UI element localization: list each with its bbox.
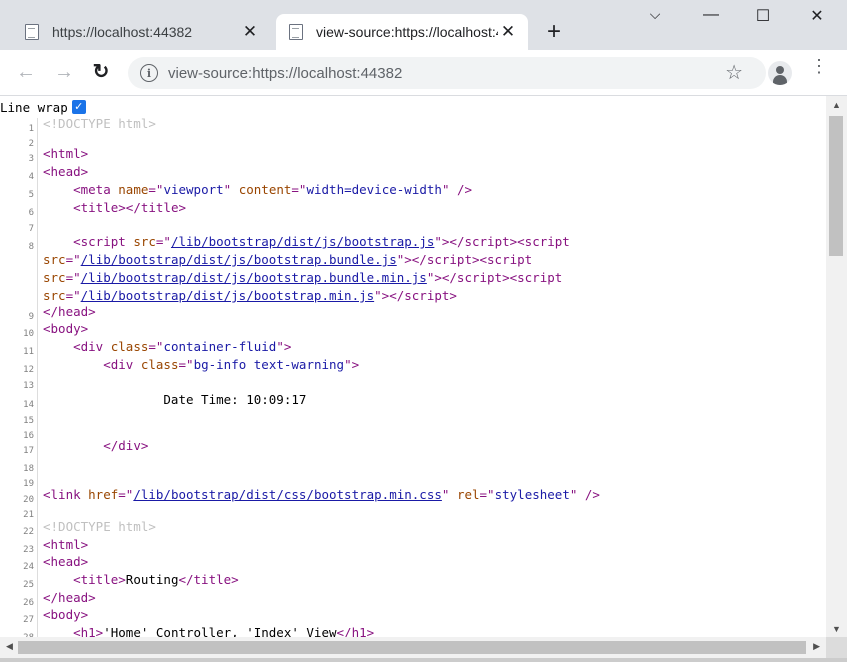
line-number: 6: [28, 208, 34, 218]
address-bar[interactable]: i view-source:https://localhost:44382: [128, 57, 766, 89]
close-icon[interactable]: ✕: [240, 22, 260, 42]
background-strip: [0, 658, 847, 662]
line-number: 12: [23, 365, 34, 375]
line-number: 5: [28, 190, 34, 200]
source-line: <title>Routing</title>: [73, 572, 239, 587]
source-line: <body>: [43, 607, 89, 622]
view-source-content: Line wrap ✓ 1 <!DOCTYPE html> 2 3 <html> 4 <he…: [0, 96, 847, 662]
vertical-scrollbar[interactable]: ▲ ▼: [826, 96, 847, 637]
scroll-up-icon[interactable]: ▲: [826, 100, 847, 110]
new-tab-button[interactable]: +: [543, 18, 565, 46]
horizontal-scroll-thumb[interactable]: [18, 641, 806, 654]
line-number: 18: [23, 464, 34, 474]
line-number: 9: [28, 312, 34, 322]
scroll-left-icon[interactable]: ◀: [6, 641, 13, 652]
line-wrap-label: Line wrap: [0, 99, 68, 115]
line-number: 26: [23, 598, 34, 608]
source-link[interactable]: /lib/bootstrap/dist/css/bootstrap.min.cs…: [133, 487, 442, 502]
line-number: 1: [28, 124, 34, 134]
source-line: <title></title>: [73, 200, 186, 215]
line-number: 16: [23, 431, 34, 441]
source-line: <link href="/lib/bootstrap/dist/css/boot…: [43, 487, 600, 502]
source-link[interactable]: /lib/bootstrap/dist/js/bootstrap.bundle.…: [81, 252, 397, 267]
bookmark-star-icon[interactable]: ☆: [725, 60, 743, 85]
close-window-button[interactable]: ✕: [802, 6, 832, 26]
source-line: <meta name="viewport" content="width=dev…: [73, 182, 473, 197]
address-text: view-source:https://localhost:44382: [168, 64, 403, 82]
source-line: <!DOCTYPE html>: [43, 116, 156, 131]
scroll-right-icon[interactable]: ▶: [813, 641, 820, 652]
profile-avatar[interactable]: [768, 61, 792, 85]
line-number: 4: [28, 172, 34, 182]
source-line: <head>: [43, 554, 89, 569]
line-number: 3: [28, 154, 34, 164]
line-number: 8: [28, 242, 34, 252]
scroll-down-icon[interactable]: ▼: [826, 624, 847, 634]
tab-title: view-source:https://localhost:44382/: [316, 24, 498, 40]
source-line: </head>: [43, 304, 96, 319]
line-number: 21: [23, 510, 34, 520]
tab-view-source[interactable]: view-source:https://localhost:44382/ ✕: [276, 14, 528, 50]
source-line: <head>: [43, 164, 89, 179]
source-line: </head>: [43, 590, 96, 605]
source-line: <div class="container-fluid">: [73, 339, 292, 354]
tab-localhost[interactable]: https://localhost:44382 ✕: [12, 14, 270, 50]
line-number: 11: [23, 347, 34, 357]
line-number: 20: [23, 495, 34, 505]
source-link[interactable]: /lib/bootstrap/dist/js/bootstrap.bundle.…: [81, 270, 427, 285]
maximize-button[interactable]: ☐: [748, 6, 778, 26]
line-number: 25: [23, 580, 34, 590]
line-number: 23: [23, 545, 34, 555]
browser-toolbar: ← → ↻ i view-source:https://localhost:44…: [0, 50, 847, 96]
close-icon[interactable]: ✕: [498, 22, 518, 42]
scrollbar-corner: [826, 637, 847, 658]
line-wrap-checkbox[interactable]: ✓: [71, 100, 86, 114]
source-line: <body>: [43, 321, 89, 336]
forward-button[interactable]: →: [52, 60, 76, 84]
tab-strip: https://localhost:44382 ✕ view-source:ht…: [0, 0, 847, 50]
source-line: <div class="bg-info text-warning">: [103, 357, 360, 372]
line-number: 10: [23, 329, 34, 339]
line-number: 17: [23, 446, 34, 456]
line-number: 22: [23, 527, 34, 537]
line-number: 15: [23, 416, 34, 426]
source-line: <!DOCTYPE html>: [43, 519, 156, 534]
vertical-scroll-thumb[interactable]: [829, 116, 843, 256]
line-number: 24: [23, 562, 34, 572]
source-link[interactable]: /lib/bootstrap/dist/js/bootstrap.min.js: [81, 288, 375, 303]
line-number: 13: [23, 381, 34, 391]
line-number: 7: [28, 224, 34, 234]
reload-button[interactable]: ↻: [89, 60, 113, 84]
minimize-button[interactable]: —: [696, 6, 726, 24]
line-number: 14: [23, 400, 34, 410]
line-number: 2: [28, 139, 34, 149]
source-line: <html>: [43, 146, 89, 161]
line-number: 19: [23, 479, 34, 489]
tab-title: https://localhost:44382: [52, 24, 193, 40]
source-line: </div>: [103, 438, 149, 453]
source-line: Date Time: 10:09:17: [43, 392, 307, 407]
source-line: <html>: [43, 537, 89, 552]
page-icon: [25, 24, 39, 40]
page-icon: [289, 24, 303, 40]
menu-icon[interactable]: ⋮: [809, 57, 829, 75]
line-number-gutter: [37, 118, 38, 638]
horizontal-scrollbar[interactable]: ◀ ▶: [0, 637, 826, 658]
info-icon[interactable]: i: [140, 64, 158, 82]
source-line: <script src="/lib/bootstrap/dist/js/boot…: [43, 234, 570, 303]
line-number: 27: [23, 615, 34, 625]
back-button[interactable]: ←: [14, 60, 38, 84]
line-wrap-toggle[interactable]: Line wrap ✓: [0, 98, 86, 116]
tab-search-icon[interactable]: ⌵: [640, 6, 670, 23]
source-link[interactable]: /lib/bootstrap/dist/js/bootstrap.js: [171, 234, 434, 249]
